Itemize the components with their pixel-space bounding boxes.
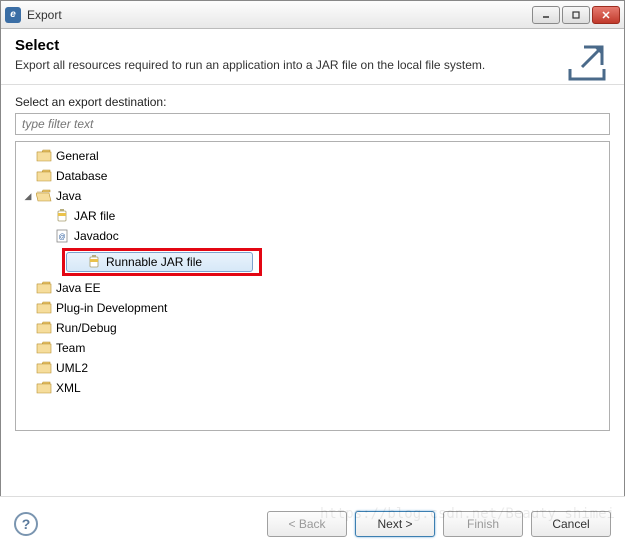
highlight-box: ▷Runnable JAR file xyxy=(62,248,262,276)
tree-view[interactable]: ▷General▷Database◢Java▷JAR file▷@Javadoc… xyxy=(15,141,610,431)
title-bar: e Export xyxy=(1,1,624,29)
tree-item[interactable]: ◢ Java xyxy=(16,186,609,206)
tree-item[interactable]: ▷Team xyxy=(16,338,609,358)
wizard-footer: ? < Back Next > Finish Cancel xyxy=(0,496,625,550)
chevron-down-icon[interactable]: ◢ xyxy=(22,190,34,202)
next-button[interactable]: Next > xyxy=(355,511,435,537)
tree-item-label: JAR file xyxy=(74,209,115,223)
tree-item-label: UML2 xyxy=(56,361,88,375)
tree-item[interactable]: ▷Database xyxy=(16,166,609,186)
help-button[interactable]: ? xyxy=(14,512,38,536)
folder-icon xyxy=(36,301,52,315)
tree-item-label: Runnable JAR file xyxy=(106,255,202,269)
wizard-header: Select Export all resources required to … xyxy=(1,29,624,85)
tree-item[interactable]: ▷Plug-in Development xyxy=(16,298,609,318)
window-controls xyxy=(532,6,620,24)
wizard-body: Select an export destination: ▷General▷D… xyxy=(1,85,624,431)
filter-input[interactable] xyxy=(15,113,610,135)
svg-text:@: @ xyxy=(58,234,65,241)
tree-item[interactable]: ▷Java EE xyxy=(16,278,609,298)
tree-item-label: Run/Debug xyxy=(56,321,117,335)
jar-icon xyxy=(54,209,70,223)
finish-button[interactable]: Finish xyxy=(443,511,523,537)
folder-icon xyxy=(36,341,52,355)
cancel-button[interactable]: Cancel xyxy=(531,511,611,537)
export-icon xyxy=(564,39,610,85)
folder-icon xyxy=(36,281,52,295)
folder-icon xyxy=(36,149,52,163)
tree-item-label: Java xyxy=(56,189,81,203)
page-title: Select xyxy=(15,37,610,54)
folder-icon xyxy=(36,381,52,395)
jar-icon xyxy=(86,255,102,269)
folder-icon xyxy=(36,169,52,183)
tree-item-label: Team xyxy=(56,341,85,355)
close-button[interactable] xyxy=(592,6,620,24)
minimize-button[interactable] xyxy=(532,6,560,24)
maximize-button[interactable] xyxy=(562,6,590,24)
page-subtitle: Export all resources required to run an … xyxy=(15,58,610,72)
tree-item-label: Plug-in Development xyxy=(56,301,167,315)
tree-item-label: Javadoc xyxy=(74,229,119,243)
window-title: Export xyxy=(27,8,532,22)
tree-item[interactable]: ▷Run/Debug xyxy=(16,318,609,338)
folder-icon xyxy=(36,189,52,203)
folder-icon xyxy=(36,361,52,375)
folder-icon xyxy=(36,321,52,335)
app-icon: e xyxy=(5,7,21,23)
tree-item[interactable]: ▷Runnable JAR file xyxy=(66,252,253,272)
tree-item[interactable]: ▷General xyxy=(16,146,609,166)
tree-item[interactable]: ▷JAR file xyxy=(34,206,609,226)
tree-item-label: Database xyxy=(56,169,107,183)
tree-item-label: General xyxy=(56,149,99,163)
tree-item[interactable]: ▷@Javadoc xyxy=(34,226,609,246)
javadoc-icon: @ xyxy=(54,229,70,243)
destination-label: Select an export destination: xyxy=(15,95,610,109)
back-button[interactable]: < Back xyxy=(267,511,347,537)
tree-item-label: Java EE xyxy=(56,281,101,295)
tree-item[interactable]: ▷UML2 xyxy=(16,358,609,378)
tree-item-label: XML xyxy=(56,381,81,395)
tree-item[interactable]: ▷XML xyxy=(16,378,609,398)
